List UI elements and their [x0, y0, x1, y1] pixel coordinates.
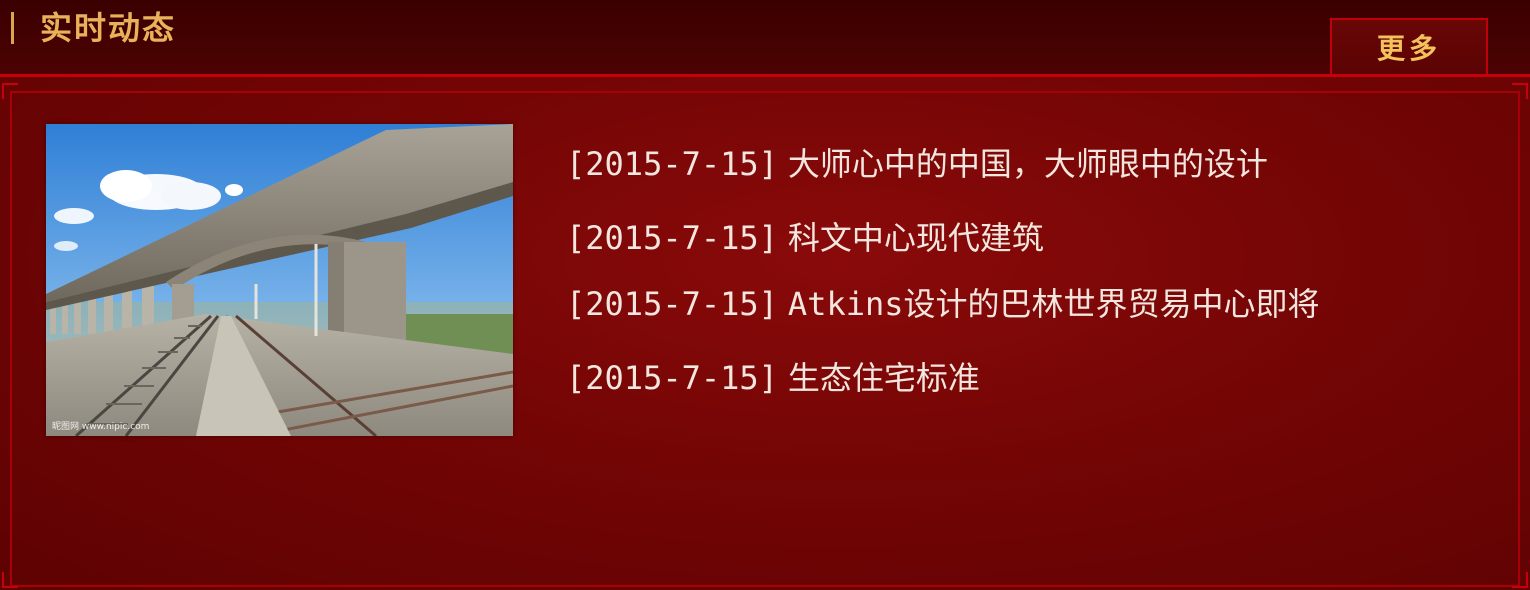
- corner-ornament: [1512, 83, 1528, 99]
- news-item[interactable]: [2015-7-15] 生态住宅标准: [566, 358, 980, 398]
- railway-bridge-picture: [46, 124, 513, 436]
- news-module: 实时动态 更多 昵图网 www.nipic.com [2015-7-15] 大师…: [0, 0, 1530, 590]
- section-title: 实时动态: [40, 9, 177, 47]
- news-date: [2015-7-15]: [566, 219, 778, 257]
- section-header: 实时动态 更多: [0, 0, 1530, 76]
- news-title-link[interactable]: 大师心中的中国，大师眼中的设计: [788, 145, 1268, 183]
- corner-ornament: [1512, 572, 1528, 588]
- news-item[interactable]: [2015-7-15] 科文中心现代建筑: [566, 218, 1044, 258]
- news-item[interactable]: [2015-7-15] Atkins设计的巴林世界贸易中心即将: [566, 284, 1320, 324]
- news-title-link[interactable]: Atkins设计的巴林世界贸易中心即将: [788, 285, 1320, 323]
- news-title-link[interactable]: 科文中心现代建筑: [788, 219, 1044, 257]
- news-title-link[interactable]: 生态住宅标准: [788, 359, 980, 397]
- header-accent-bar: [11, 12, 14, 44]
- news-thumbnail-image[interactable]: 昵图网 www.nipic.com: [46, 124, 513, 436]
- image-watermark: 昵图网 www.nipic.com: [52, 422, 150, 432]
- corner-ornament: [2, 83, 18, 99]
- news-item[interactable]: [2015-7-15] 大师心中的中国，大师眼中的设计: [566, 144, 1268, 184]
- more-button[interactable]: 更多: [1330, 18, 1488, 76]
- corner-ornament: [2, 572, 18, 588]
- news-date: [2015-7-15]: [566, 285, 778, 323]
- news-date: [2015-7-15]: [566, 145, 778, 183]
- news-date: [2015-7-15]: [566, 359, 778, 397]
